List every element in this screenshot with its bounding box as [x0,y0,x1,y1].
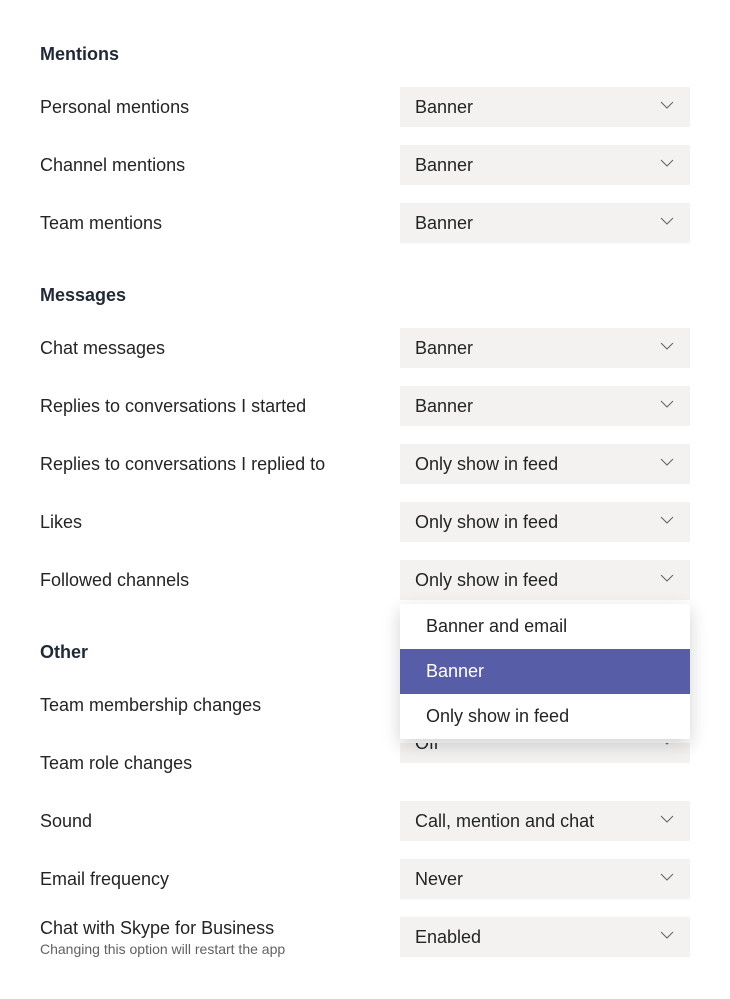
dropdown-option-banner[interactable]: Banner [400,649,690,694]
dropdown-value: Banner [415,338,473,359]
chevron-down-icon [659,213,675,234]
setting-label: Followed channels [40,570,400,591]
dropdown-replies-started[interactable]: Banner [400,386,690,426]
setting-row-channel-mentions: Channel mentions Banner [40,145,690,185]
dropdown-chat-messages[interactable]: Banner [400,328,690,368]
setting-label: Email frequency [40,869,400,890]
chevron-down-icon [659,396,675,417]
chevron-down-icon [659,811,675,832]
dropdown-value: Banner [415,155,473,176]
setting-row-skype: Chat with Skype for Business Changing th… [40,917,690,957]
setting-row-replies-replied: Replies to conversations I replied to On… [40,444,690,484]
dropdown-value: Only show in feed [415,512,558,533]
setting-row-likes: Likes Only show in feed [40,502,690,542]
setting-row-personal-mentions: Personal mentions Banner [40,87,690,127]
setting-row-sound: Sound Call, mention and chat [40,801,690,841]
dropdown-value: Enabled [415,927,481,948]
setting-row-email-frequency: Email frequency Never [40,859,690,899]
setting-row-team-role: Team role changes Off [40,743,690,783]
dropdown-option-banner-and-email[interactable]: Banner and email [400,604,690,649]
setting-row-team-mentions: Team mentions Banner [40,203,690,243]
chevron-down-icon [659,454,675,475]
section-heading-mentions: Mentions [40,44,690,65]
setting-label: Replies to conversations I replied to [40,454,400,475]
setting-row-chat-messages: Chat messages Banner [40,328,690,368]
setting-label: Likes [40,512,400,533]
setting-label: Team mentions [40,213,400,234]
dropdown-channel-mentions[interactable]: Banner [400,145,690,185]
setting-label: Channel mentions [40,155,400,176]
dropdown-skype[interactable]: Enabled [400,917,690,957]
chevron-down-icon [659,512,675,533]
dropdown-value: Only show in feed [415,570,558,591]
dropdown-menu-followed-channels: Banner and email Banner Only show in fee… [400,604,690,739]
chevron-down-icon [659,927,675,948]
dropdown-value: Never [415,869,463,890]
setting-label: Team membership changes [40,695,400,716]
chevron-down-icon [659,570,675,591]
dropdown-value: Banner [415,213,473,234]
dropdown-replies-replied[interactable]: Only show in feed [400,444,690,484]
setting-row-replies-started: Replies to conversations I started Banne… [40,386,690,426]
dropdown-sound[interactable]: Call, mention and chat [400,801,690,841]
dropdown-likes[interactable]: Only show in feed [400,502,690,542]
setting-label: Chat with Skype for Business [40,918,400,939]
setting-row-followed-channels: Followed channels Only show in feed Bann… [40,560,690,600]
chevron-down-icon [659,869,675,890]
setting-sublabel: Changing this option will restart the ap… [40,941,400,957]
dropdown-personal-mentions[interactable]: Banner [400,87,690,127]
setting-label: Chat messages [40,338,400,359]
dropdown-option-only-show-in-feed[interactable]: Only show in feed [400,694,690,739]
dropdown-followed-channels[interactable]: Only show in feed [400,560,690,600]
chevron-down-icon [659,338,675,359]
dropdown-team-mentions[interactable]: Banner [400,203,690,243]
dropdown-value: Only show in feed [415,454,558,475]
setting-label: Team role changes [40,753,400,774]
section-heading-messages: Messages [40,285,690,306]
setting-label: Replies to conversations I started [40,396,400,417]
setting-label: Sound [40,811,400,832]
dropdown-value: Banner [415,97,473,118]
setting-label: Personal mentions [40,97,400,118]
dropdown-value: Call, mention and chat [415,811,594,832]
chevron-down-icon [659,155,675,176]
chevron-down-icon [659,97,675,118]
dropdown-email-frequency[interactable]: Never [400,859,690,899]
dropdown-value: Banner [415,396,473,417]
